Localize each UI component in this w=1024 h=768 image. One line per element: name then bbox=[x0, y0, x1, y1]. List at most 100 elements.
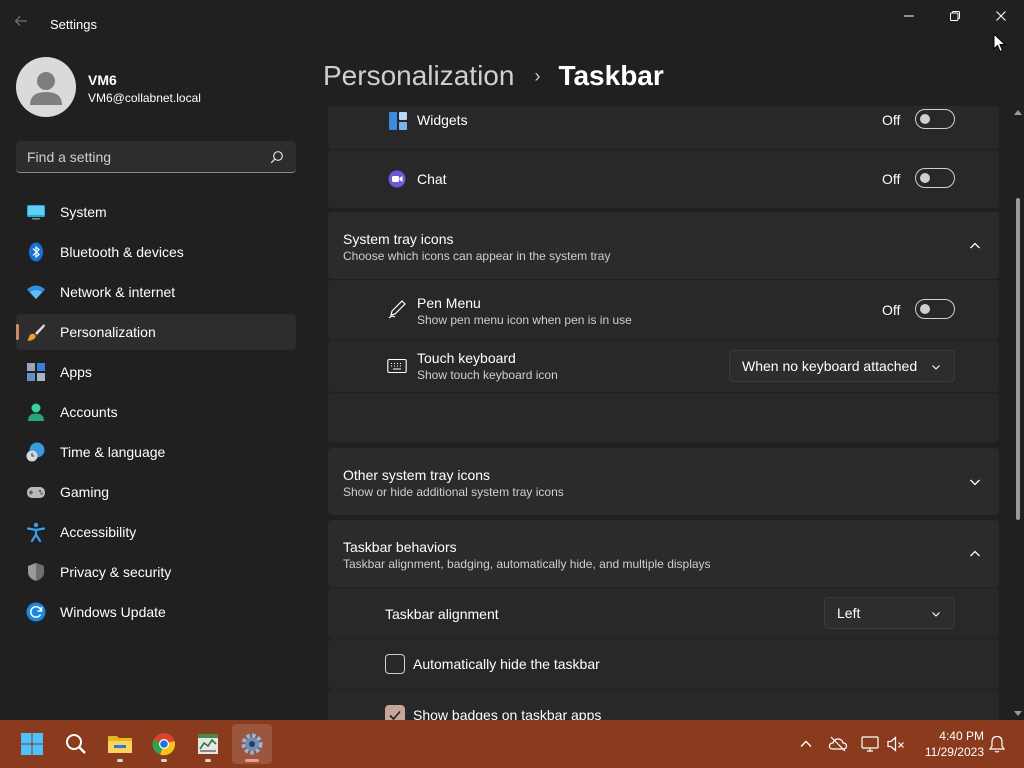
pen-menu-label: Pen Menu bbox=[417, 295, 481, 311]
avatar[interactable] bbox=[16, 57, 76, 117]
settings-icon bbox=[241, 733, 263, 755]
keyboard-icon bbox=[387, 358, 407, 374]
sidebar-item-network[interactable]: Network & internet bbox=[16, 274, 296, 310]
taskbar-app-task-manager[interactable] bbox=[188, 724, 228, 764]
sidebar-item-label: Personalization bbox=[60, 324, 156, 340]
chat-toggle[interactable] bbox=[915, 168, 955, 188]
page-title: Taskbar bbox=[558, 60, 664, 91]
scroll-up-arrow-icon[interactable] bbox=[1014, 110, 1022, 115]
taskbar: 4:40 PM 11/29/2023 bbox=[0, 720, 1024, 768]
chevron-up-icon[interactable] bbox=[968, 239, 982, 253]
minimize-icon bbox=[904, 15, 914, 17]
taskbar-app-chrome[interactable] bbox=[144, 724, 184, 764]
sidebar-item-system[interactable]: System bbox=[16, 194, 296, 230]
auto-hide-row: Automatically hide the taskbar bbox=[328, 639, 999, 689]
breadcrumb: Personalization › Taskbar bbox=[323, 58, 664, 94]
chat-state: Off bbox=[882, 171, 901, 187]
chrome-icon bbox=[152, 733, 175, 756]
system-tray-icons-header[interactable]: System tray icons Choose which icons can… bbox=[328, 212, 999, 279]
sidebar-item-accounts[interactable]: Accounts bbox=[16, 394, 296, 430]
touch-keyboard-dropdown[interactable]: When no keyboard attached bbox=[729, 350, 955, 382]
sidebar-item-windows-update[interactable]: Windows Update bbox=[16, 594, 296, 630]
touch-keyboard-row: Touch keyboard Show touch keyboard icon … bbox=[328, 340, 999, 392]
network-icon[interactable] bbox=[860, 734, 880, 754]
show-badges-checkbox[interactable] bbox=[385, 705, 405, 720]
sidebar-item-bluetooth[interactable]: Bluetooth & devices bbox=[16, 234, 296, 270]
sidebar-item-label: Gaming bbox=[60, 484, 110, 500]
taskbar-behaviors-title: Taskbar behaviors bbox=[343, 539, 457, 555]
volume-muted-icon[interactable] bbox=[886, 734, 906, 754]
wifi-icon bbox=[27, 285, 45, 299]
breadcrumb-parent[interactable]: Personalization bbox=[323, 60, 514, 92]
content-scrollbar[interactable] bbox=[1013, 106, 1023, 720]
auto-hide-label: Automatically hide the taskbar bbox=[413, 656, 600, 672]
pen-menu-desc: Show pen menu icon when pen is in use bbox=[417, 313, 632, 327]
taskbar-app-settings[interactable] bbox=[232, 724, 272, 764]
system-tray-desc: Choose which icons can appear in the sys… bbox=[343, 249, 611, 263]
title-bar: Settings bbox=[0, 0, 1024, 48]
settings-content: Widgets Off Chat Off System tray icons C… bbox=[328, 106, 1000, 720]
auto-hide-checkbox[interactable] bbox=[385, 654, 405, 674]
search-box[interactable] bbox=[16, 141, 296, 173]
sidebar-item-time-language[interactable]: Time & language bbox=[16, 434, 296, 470]
search-icon[interactable] bbox=[270, 150, 284, 164]
touch-keyboard-label: Touch keyboard bbox=[417, 350, 516, 366]
scroll-down-arrow-icon[interactable] bbox=[1014, 711, 1022, 716]
notification-bell-icon[interactable] bbox=[987, 734, 1007, 754]
chat-icon bbox=[388, 170, 406, 188]
taskbar-alignment-dropdown[interactable]: Left bbox=[824, 597, 955, 629]
maximize-button[interactable] bbox=[932, 0, 978, 32]
taskbar-app-file-explorer[interactable] bbox=[100, 724, 140, 764]
search-icon bbox=[66, 734, 86, 754]
sidebar-item-apps[interactable]: Apps bbox=[16, 354, 296, 390]
sidebar-item-gaming[interactable]: Gaming bbox=[16, 474, 296, 510]
sidebar-item-label: Apps bbox=[60, 364, 92, 380]
gamepad-icon bbox=[27, 487, 45, 498]
sidebar-item-label: Privacy & security bbox=[60, 564, 172, 580]
widgets-label: Widgets bbox=[417, 112, 468, 128]
person-avatar-icon bbox=[30, 72, 62, 105]
chevron-down-icon[interactable] bbox=[968, 475, 982, 489]
pen-menu-state: Off bbox=[882, 302, 901, 318]
start-button[interactable] bbox=[12, 724, 52, 764]
pen-menu-row: Pen Menu Show pen menu icon when pen is … bbox=[328, 280, 999, 339]
touch-keyboard-value: When no keyboard attached bbox=[742, 358, 918, 374]
onedrive-icon[interactable] bbox=[828, 734, 848, 754]
shield-icon bbox=[28, 563, 44, 581]
sidebar-item-personalization[interactable]: Personalization bbox=[16, 314, 296, 350]
clock-globe-icon bbox=[26, 442, 45, 462]
other-tray-desc: Show or hide additional system tray icon… bbox=[343, 485, 564, 499]
widgets-state: Off bbox=[882, 112, 901, 128]
taskbar-behaviors-header[interactable]: Taskbar behaviors Taskbar alignment, bad… bbox=[328, 520, 999, 587]
chevron-up-icon[interactable] bbox=[968, 547, 982, 561]
clock-date: 11/29/2023 bbox=[924, 745, 984, 759]
user-name: VM6 bbox=[88, 72, 117, 88]
show-badges-row: Show badges on taskbar apps bbox=[328, 690, 999, 720]
pen-icon bbox=[388, 300, 406, 319]
apps-icon bbox=[27, 363, 45, 381]
scrollbar-thumb[interactable] bbox=[1016, 198, 1020, 520]
widgets-icon bbox=[389, 112, 407, 130]
taskbar-alignment-value: Left bbox=[837, 605, 861, 621]
sidebar-nav: System Bluetooth & devices Network & int… bbox=[16, 194, 296, 634]
close-button[interactable] bbox=[978, 0, 1024, 32]
sidebar-item-label: Windows Update bbox=[60, 604, 166, 620]
taskbar-clock[interactable]: 4:40 PM 11/29/2023 bbox=[912, 728, 984, 760]
bluetooth-icon bbox=[29, 242, 43, 262]
chevron-down-icon bbox=[932, 365, 940, 370]
other-system-tray-icons-header[interactable]: Other system tray icons Show or hide add… bbox=[328, 448, 999, 515]
widgets-toggle[interactable] bbox=[915, 109, 955, 129]
person-icon bbox=[28, 403, 44, 421]
close-icon bbox=[996, 11, 1006, 21]
chat-label: Chat bbox=[417, 171, 447, 187]
sidebar-item-accessibility[interactable]: Accessibility bbox=[16, 514, 296, 550]
search-input[interactable] bbox=[16, 141, 256, 172]
taskbar-search-button[interactable] bbox=[56, 724, 96, 764]
minimize-button[interactable] bbox=[886, 0, 932, 32]
chevron-up-icon[interactable] bbox=[796, 734, 816, 754]
pen-menu-toggle[interactable] bbox=[915, 299, 955, 319]
system-tray-title: System tray icons bbox=[343, 231, 454, 247]
checkmark-icon bbox=[389, 710, 401, 720]
sidebar-item-privacy[interactable]: Privacy & security bbox=[16, 554, 296, 590]
back-arrow-icon[interactable] bbox=[14, 14, 34, 34]
